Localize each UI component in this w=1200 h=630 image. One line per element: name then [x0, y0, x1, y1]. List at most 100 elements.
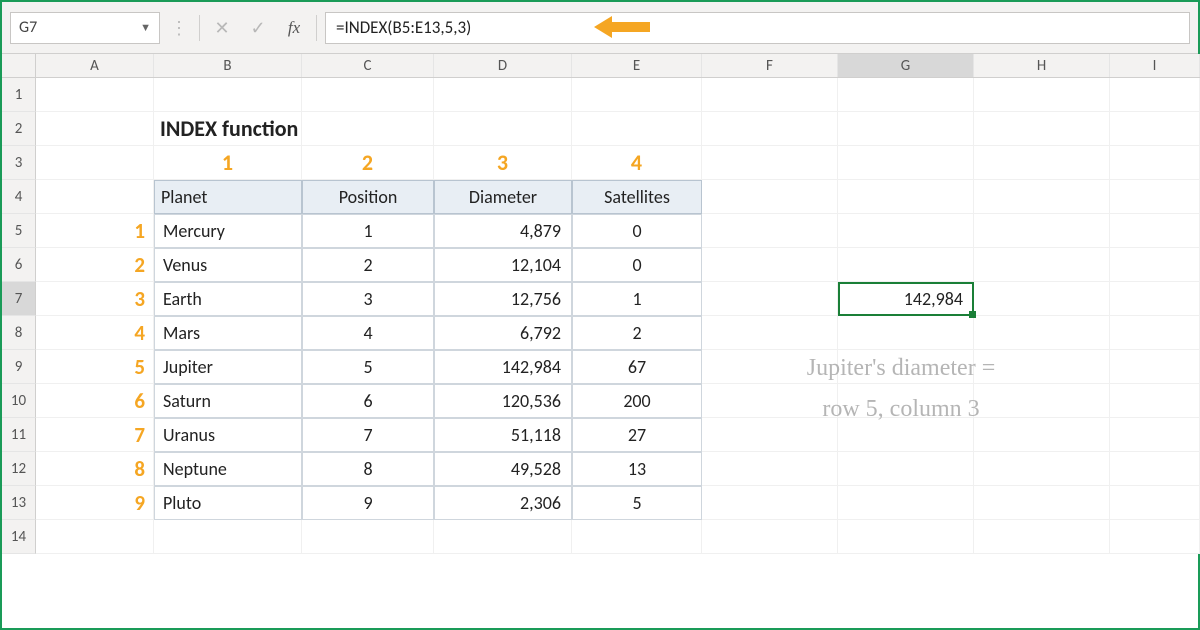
table-cell[interactable]: 0 [572, 248, 702, 282]
row-header[interactable]: 6 [2, 248, 36, 282]
cell[interactable] [36, 112, 154, 146]
cell[interactable] [36, 520, 154, 554]
cell[interactable] [838, 78, 974, 112]
cell[interactable] [702, 146, 838, 180]
table-cell[interactable]: 12,756 [434, 282, 572, 316]
row-header[interactable]: 7 [2, 282, 36, 316]
cell[interactable] [302, 520, 434, 554]
cell[interactable] [1110, 520, 1200, 554]
cell[interactable] [702, 180, 838, 214]
table-cell[interactable]: 13 [572, 452, 702, 486]
cell[interactable] [1110, 486, 1200, 520]
cell[interactable] [302, 78, 434, 112]
cell[interactable] [974, 316, 1110, 350]
col-header[interactable]: B [154, 54, 302, 77]
row-header[interactable]: 3 [2, 146, 36, 180]
cell[interactable] [702, 282, 838, 316]
fx-icon[interactable]: fx [280, 18, 308, 38]
cell[interactable] [974, 282, 1110, 316]
table-cell[interactable]: Pluto [154, 486, 302, 520]
row-header[interactable]: 4 [2, 180, 36, 214]
table-header[interactable]: Diameter [434, 180, 572, 214]
cell[interactable] [974, 112, 1110, 146]
cell[interactable] [702, 316, 838, 350]
table-header[interactable]: Planet [154, 180, 302, 214]
cell[interactable] [1110, 452, 1200, 486]
cell[interactable] [702, 520, 838, 554]
cell[interactable] [1110, 214, 1200, 248]
table-cell[interactable]: 142,984 [434, 350, 572, 384]
row-header[interactable]: 5 [2, 214, 36, 248]
row-header[interactable]: 8 [2, 316, 36, 350]
cell[interactable] [572, 520, 702, 554]
cell[interactable] [434, 520, 572, 554]
cell[interactable] [1110, 384, 1200, 418]
table-cell[interactable]: 8 [302, 452, 434, 486]
table-cell[interactable]: 27 [572, 418, 702, 452]
cell[interactable] [974, 180, 1110, 214]
name-box[interactable]: G7 ▼ [10, 12, 160, 44]
cell[interactable] [838, 146, 974, 180]
table-cell[interactable]: 6,792 [434, 316, 572, 350]
table-cell[interactable]: Earth [154, 282, 302, 316]
table-cell[interactable]: 4 [302, 316, 434, 350]
cell[interactable] [838, 180, 974, 214]
cell[interactable] [702, 452, 838, 486]
col-header[interactable]: D [434, 54, 572, 77]
result-cell[interactable]: 142,984 [838, 282, 974, 316]
cell[interactable] [154, 520, 302, 554]
cell[interactable] [974, 78, 1110, 112]
table-cell[interactable]: Mercury [154, 214, 302, 248]
cell[interactable] [838, 248, 974, 282]
cell[interactable] [1110, 418, 1200, 452]
table-cell[interactable]: Saturn [154, 384, 302, 418]
table-cell[interactable]: 67 [572, 350, 702, 384]
cell[interactable] [974, 146, 1110, 180]
cell[interactable] [1110, 316, 1200, 350]
table-cell[interactable]: 120,536 [434, 384, 572, 418]
row-header[interactable]: 10 [2, 384, 36, 418]
cell[interactable] [1110, 248, 1200, 282]
cell[interactable] [434, 112, 572, 146]
table-cell[interactable]: 1 [302, 214, 434, 248]
col-header[interactable]: G [838, 54, 974, 77]
cell[interactable] [572, 112, 702, 146]
table-cell[interactable]: 0 [572, 214, 702, 248]
table-cell[interactable]: Jupiter [154, 350, 302, 384]
col-header[interactable]: E [572, 54, 702, 77]
table-cell[interactable]: 2 [572, 316, 702, 350]
table-cell[interactable]: 12,104 [434, 248, 572, 282]
row-header[interactable]: 11 [2, 418, 36, 452]
table-cell[interactable]: 49,528 [434, 452, 572, 486]
cell[interactable] [154, 78, 302, 112]
table-cell[interactable]: 1 [572, 282, 702, 316]
table-cell[interactable]: 6 [302, 384, 434, 418]
cell[interactable] [1110, 78, 1200, 112]
table-cell[interactable]: 3 [302, 282, 434, 316]
cell[interactable] [974, 486, 1110, 520]
cell[interactable] [1110, 112, 1200, 146]
table-cell[interactable]: Uranus [154, 418, 302, 452]
dropdown-arrow-icon[interactable]: ▼ [140, 21, 151, 34]
cell[interactable] [974, 214, 1110, 248]
table-header[interactable]: Satellites [572, 180, 702, 214]
cell[interactable] [974, 452, 1110, 486]
table-cell[interactable]: Mars [154, 316, 302, 350]
cell[interactable] [1110, 282, 1200, 316]
row-header[interactable]: 12 [2, 452, 36, 486]
col-header[interactable]: I [1110, 54, 1200, 77]
cell[interactable] [702, 248, 838, 282]
row-header[interactable]: 13 [2, 486, 36, 520]
table-cell[interactable]: Neptune [154, 452, 302, 486]
col-header[interactable]: F [702, 54, 838, 77]
cell[interactable] [36, 180, 154, 214]
cell[interactable] [974, 248, 1110, 282]
select-all-corner[interactable] [2, 54, 36, 77]
cell[interactable] [838, 520, 974, 554]
cell[interactable] [702, 486, 838, 520]
cell[interactable] [302, 112, 434, 146]
row-header[interactable]: 2 [2, 112, 36, 146]
table-cell[interactable]: 200 [572, 384, 702, 418]
cell[interactable] [838, 486, 974, 520]
row-header[interactable]: 14 [2, 520, 36, 554]
